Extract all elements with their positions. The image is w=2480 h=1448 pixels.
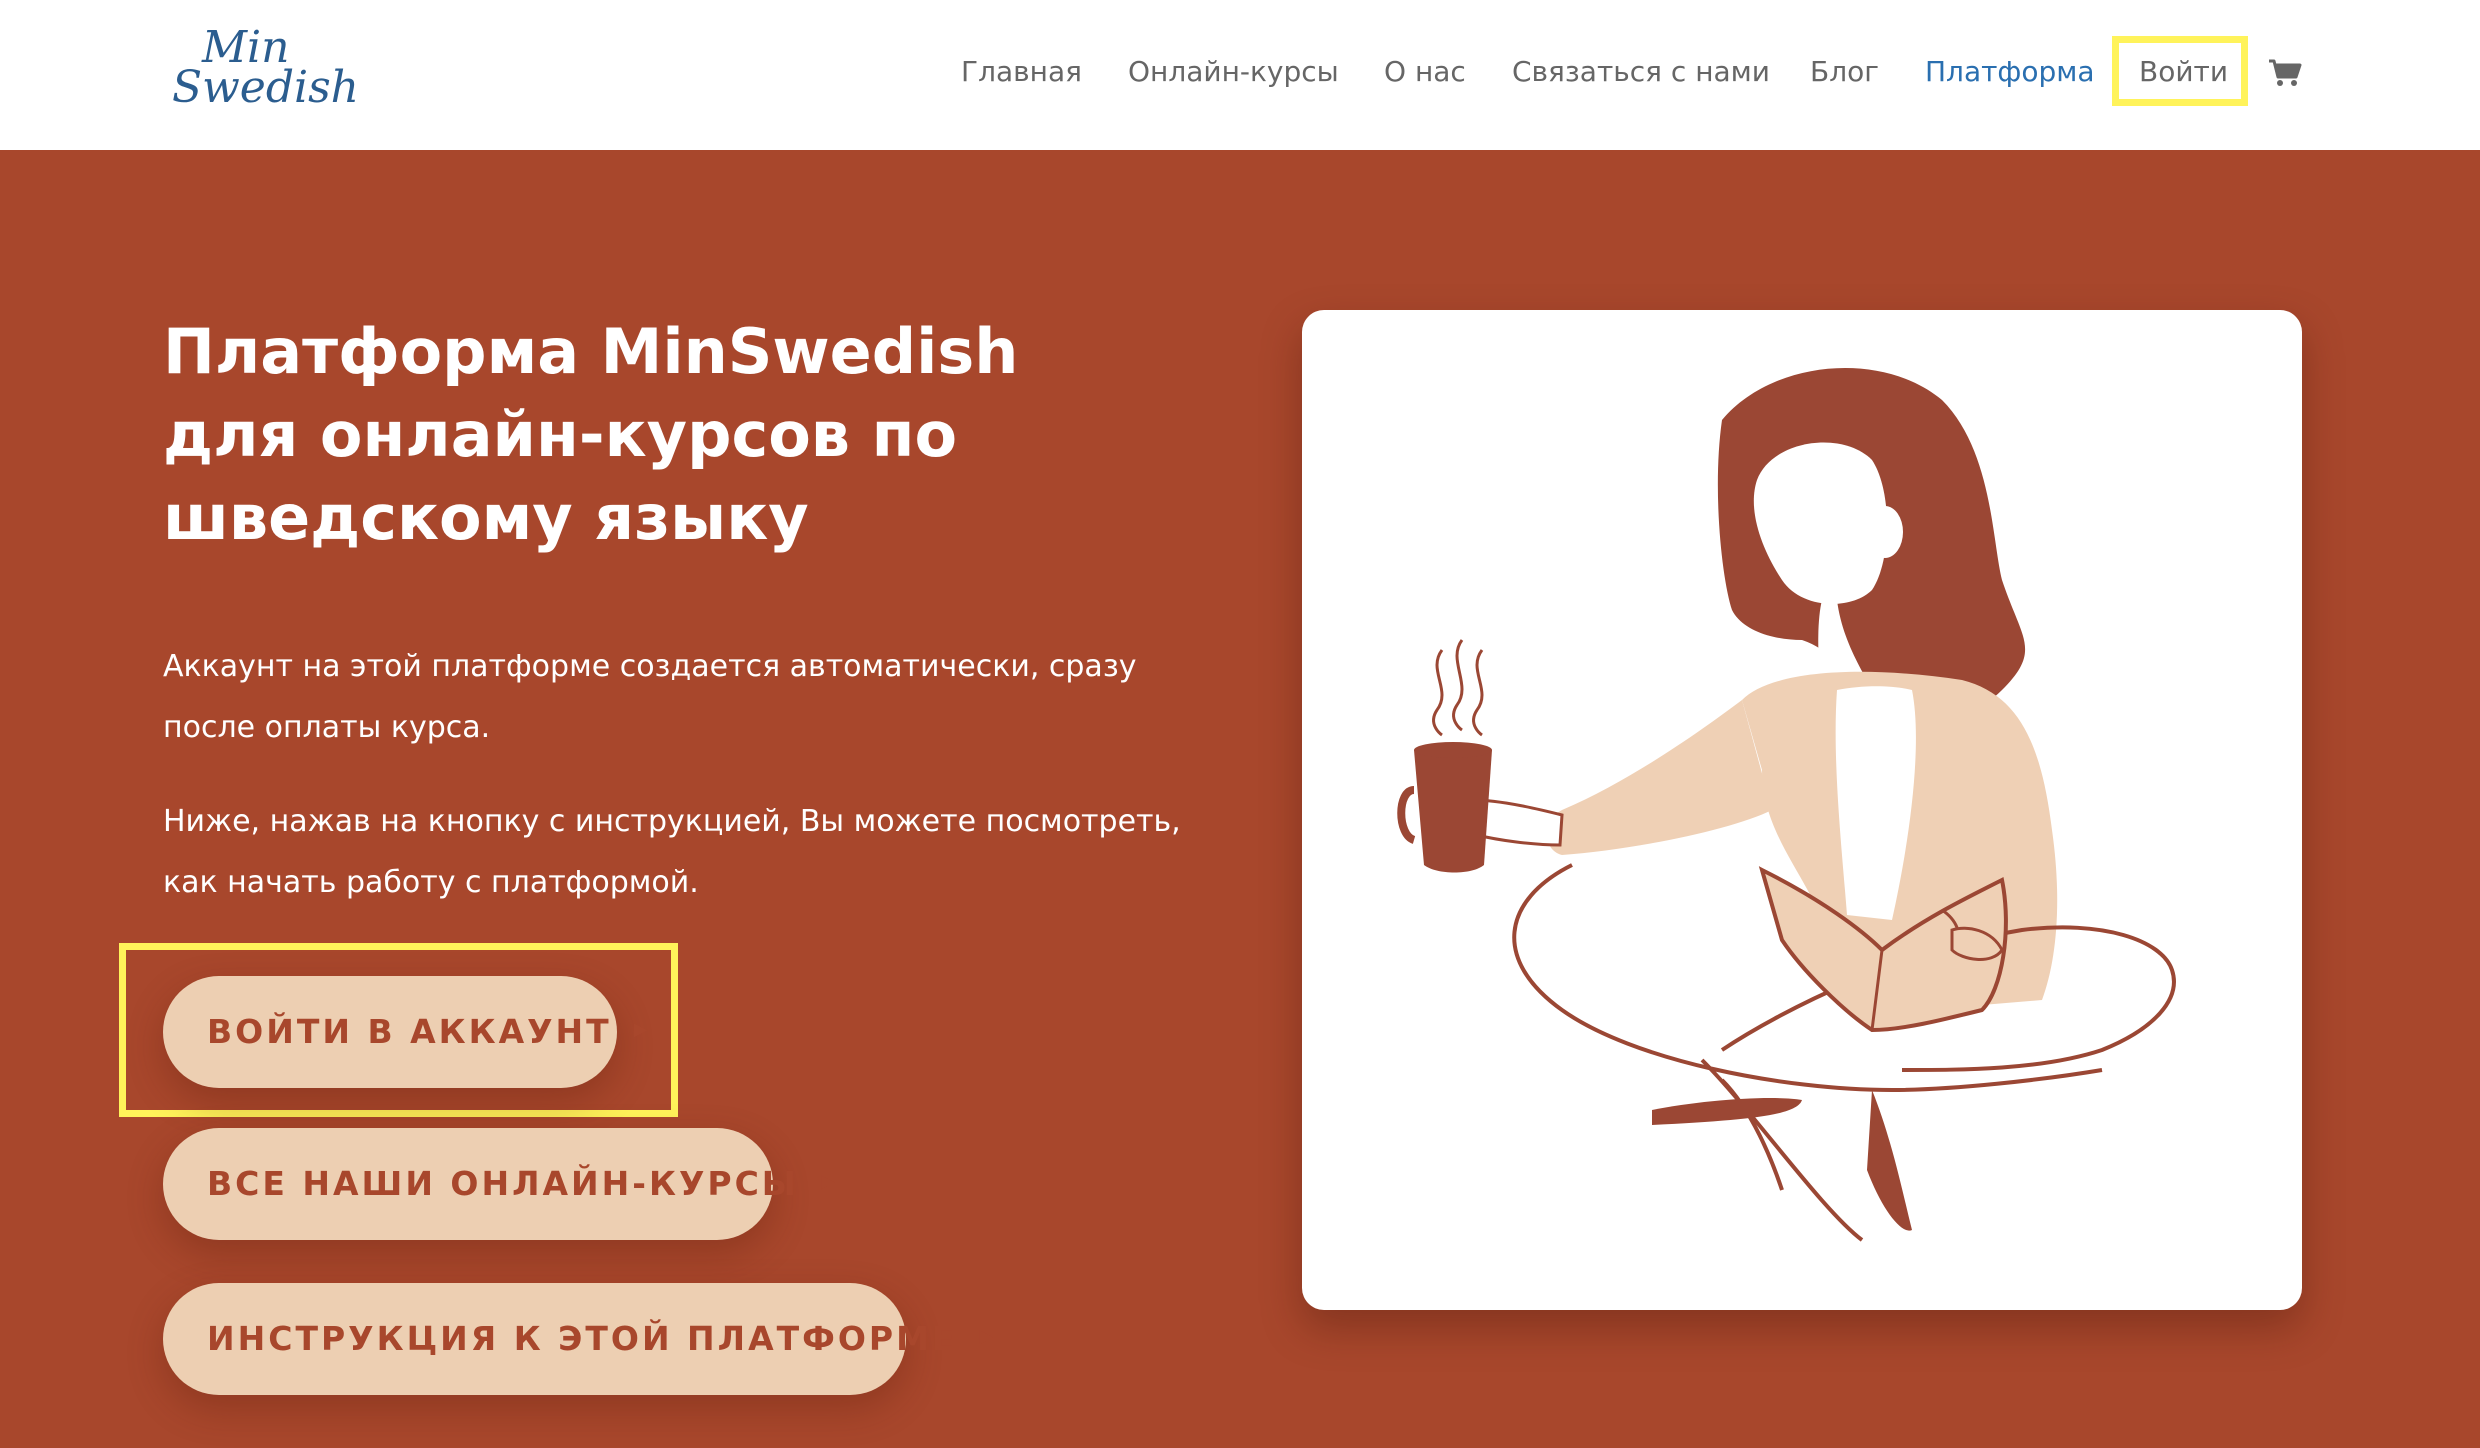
nav-item-contact[interactable]: Связаться с нами [1512,50,1770,94]
all-courses-button[interactable]: ВСЕ НАШИ ОНЛАЙН-КУРСЫ ▶ [163,1128,835,1240]
page: Min Swedish Главная Онлайн-курсы О нас С… [0,0,2480,1448]
caret-right-icon: ▶ [633,1018,651,1040]
caret-right-icon: ▶ [979,1325,997,1347]
platform-instructions-button-label: ИНСТРУКЦИЯ К ЭТОЙ ПЛАТФОРМЕ [207,1319,958,1358]
login-highlight-box [2112,36,2248,106]
platform-instructions-button[interactable]: ИНСТРУКЦИЯ К ЭТОЙ ПЛАТФОРМЕ ▶ [163,1283,993,1395]
hero-paragraph-1: Аккаунт на этой платформе создается авто… [163,649,1137,745]
woman-reading-with-coffee-illustration [1397,367,2176,1242]
nav-item-platform[interactable]: Платформа [1925,50,2095,94]
nav-item-courses[interactable]: Онлайн-курсы [1128,50,1339,94]
main-nav: Главная Онлайн-курсы О нас Связаться с н… [0,50,2480,94]
nav-item-about[interactable]: О нас [1384,50,1466,94]
all-courses-button-label: ВСЕ НАШИ ОНЛАЙН-КУРСЫ [207,1164,799,1203]
hero-title: Платформа MinSwedish для онлайн-курсов п… [163,315,1019,554]
illustration-card [1302,310,2302,1310]
login-account-button[interactable]: ВОЙТИ В АККАУНТ ▶ [163,976,648,1088]
hero-section: Платформа MinSwedish для онлайн-курсов п… [0,150,2480,1448]
hero-paragraph-2: Ниже, нажав на кнопку с инструкцией, Вы … [163,804,1181,900]
caret-right-icon: ▶ [821,1170,838,1192]
login-account-button-label: ВОЙТИ В АККАУНТ [207,1012,612,1051]
nav-item-home[interactable]: Главная [961,50,1082,94]
nav-item-blog[interactable]: Блог [1810,50,1879,94]
shopping-cart-icon[interactable] [2268,58,2302,88]
site-header: Min Swedish Главная Онлайн-курсы О нас С… [0,0,2480,151]
